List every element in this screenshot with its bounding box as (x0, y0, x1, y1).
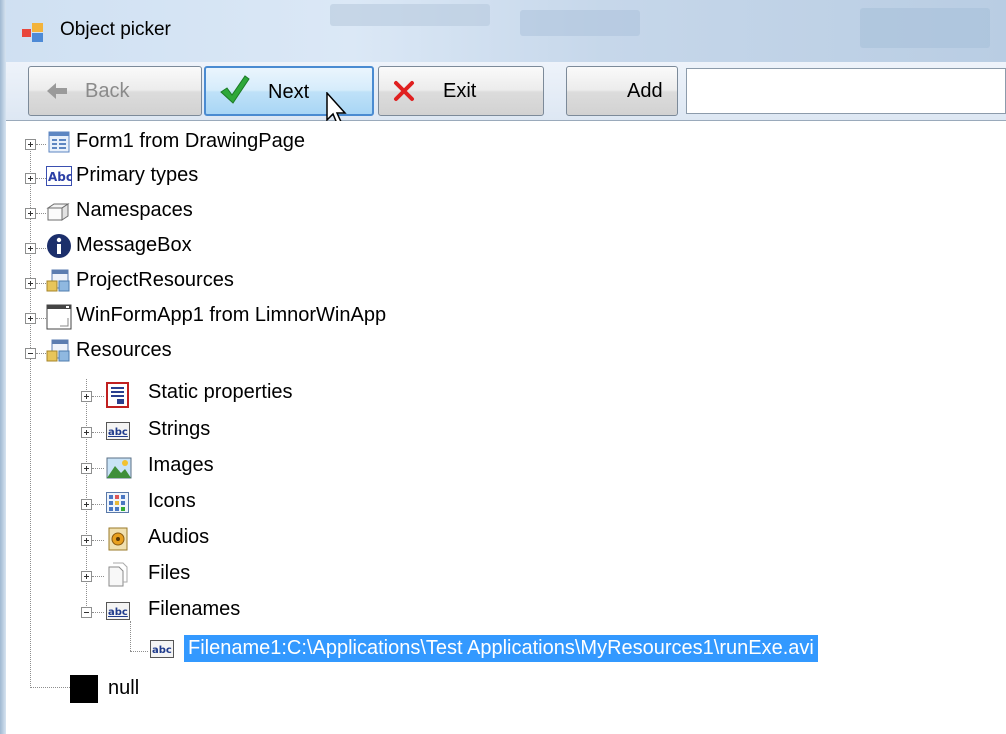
tree-node-form1[interactable]: Form1 from DrawingPage (6, 125, 706, 159)
tree-node-images[interactable]: Images (6, 451, 706, 485)
tree-node-filenames[interactable]: abc Filenames (6, 595, 706, 629)
tree-node-label: Resources (76, 339, 172, 361)
black-square-icon (70, 675, 98, 703)
tree-node-namespaces[interactable]: Namespaces (6, 194, 706, 228)
tree-node-label: Images (148, 454, 214, 476)
close-icon (394, 81, 414, 101)
tree-node-filename1[interactable]: abc Filename1:C:\Applications\Test Appli… (6, 633, 1006, 667)
expand-toggle[interactable] (81, 499, 92, 510)
tree-node-label: MessageBox (76, 234, 192, 256)
files-icon (108, 562, 128, 587)
exit-button[interactable]: Exit (378, 66, 544, 116)
abc-type-icon: Abc (46, 166, 72, 186)
window-title: Object picker (60, 19, 171, 40)
svg-text:abc: abc (152, 645, 172, 656)
object-tree[interactable]: Form1 from DrawingPage Abc Primary types… (6, 121, 1006, 734)
expand-toggle[interactable] (25, 243, 36, 254)
tree-node-audios[interactable]: Audios (6, 523, 706, 557)
icons-icon (106, 492, 129, 513)
tree-node-label: Icons (148, 490, 196, 512)
expand-toggle[interactable] (25, 173, 36, 184)
app-icon (22, 23, 43, 42)
add-input[interactable] (686, 68, 1006, 114)
next-button-label: Next (268, 81, 310, 103)
tree-node-resources[interactable]: Resources (6, 334, 706, 368)
exit-button-label: Exit (443, 80, 477, 102)
expand-toggle[interactable] (25, 313, 36, 324)
title-bar: Object picker (0, 0, 1006, 62)
expand-toggle[interactable] (81, 427, 92, 438)
expand-toggle[interactable] (81, 463, 92, 474)
checkmark-icon (220, 75, 250, 104)
add-button-label: Add (627, 80, 663, 102)
tree-node-messagebox[interactable]: MessageBox (6, 229, 706, 263)
strings-icon: abc (106, 602, 130, 620)
form-icon (48, 131, 70, 153)
tree-node-strings[interactable]: abc Strings (6, 415, 706, 449)
tree-node-label: null (108, 677, 140, 699)
info-icon (47, 234, 71, 258)
static-properties-icon (106, 382, 129, 408)
tree-node-label: Primary types (76, 164, 199, 186)
toolbar: Back Next Exit Add (6, 62, 1006, 121)
namespace-icon (46, 203, 70, 221)
add-button[interactable]: Add (566, 66, 678, 116)
tree-node-label: Strings (148, 418, 211, 440)
svg-text:Abc: Abc (48, 170, 72, 184)
svg-text:abc: abc (108, 607, 128, 618)
expand-toggle[interactable] (81, 535, 92, 546)
abc-value-icon: abc (150, 640, 174, 658)
window-app-icon (46, 304, 72, 330)
tree-node-label: Form1 from DrawingPage (76, 130, 305, 152)
collapse-toggle[interactable] (81, 607, 92, 618)
svg-text:abc: abc (108, 427, 128, 438)
tree-node-null[interactable]: null (6, 671, 706, 705)
audio-icon (108, 527, 128, 551)
back-button[interactable]: Back (28, 66, 202, 116)
resources-icon (46, 339, 70, 362)
tree-node-label: Filenames (148, 598, 241, 620)
tree-node-files[interactable]: Files (6, 559, 706, 593)
tree-node-label-selected: Filename1:C:\Applications\Test Applicati… (184, 635, 818, 662)
tree-node-winformapp1[interactable]: WinFormApp1 from LimnorWinApp (6, 299, 706, 333)
resources-icon (46, 269, 70, 292)
expand-toggle[interactable] (81, 391, 92, 402)
tree-node-project-resources[interactable]: ProjectResources (6, 264, 706, 298)
expand-toggle[interactable] (25, 278, 36, 289)
back-button-label: Back (85, 80, 130, 102)
images-icon (106, 457, 132, 479)
tree-node-label: WinFormApp1 from LimnorWinApp (76, 304, 387, 326)
expand-toggle[interactable] (25, 208, 36, 219)
tree-node-static-properties[interactable]: Static properties (6, 379, 706, 413)
tree-node-label: Static properties (148, 381, 293, 403)
tree-node-label: Audios (148, 526, 210, 548)
tree-node-label: Namespaces (76, 199, 193, 221)
collapse-toggle[interactable] (25, 348, 36, 359)
expand-toggle[interactable] (81, 571, 92, 582)
back-arrow-icon (47, 83, 67, 99)
tree-node-label: Files (148, 562, 191, 584)
strings-icon: abc (106, 422, 130, 440)
expand-toggle[interactable] (25, 139, 36, 150)
tree-node-label: ProjectResources (76, 269, 234, 291)
tree-node-icons[interactable]: Icons (6, 487, 706, 521)
tree-node-primary-types[interactable]: Abc Primary types (6, 159, 706, 193)
